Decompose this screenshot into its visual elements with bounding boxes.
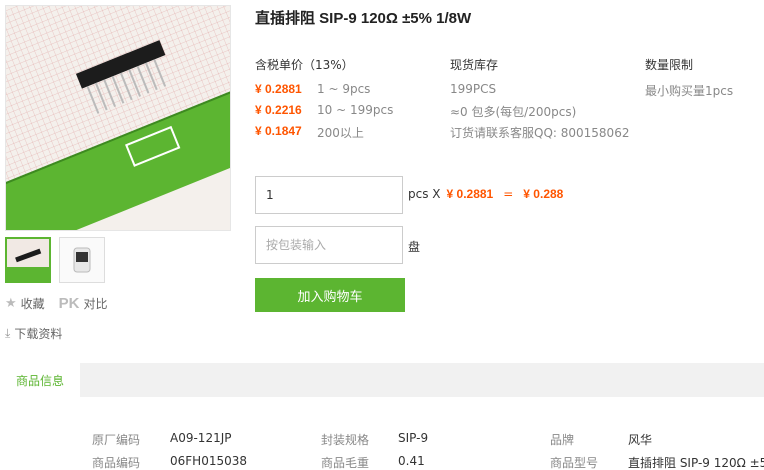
spec-key: 商品毛重	[321, 456, 370, 470]
star-icon: ★	[5, 296, 17, 311]
spec-key: 原厂编码	[92, 433, 141, 447]
spec-key: 商品编码	[92, 456, 141, 470]
price-tier: ¥ 0.2881 1 ~ 9pcs	[255, 82, 371, 96]
stock-header: 现货库存	[450, 58, 499, 72]
thumbnail-1[interactable]	[5, 237, 51, 283]
tab-product-info[interactable]: 商品信息	[0, 363, 80, 397]
min-purchase: 最小购买量1pcs	[645, 84, 734, 98]
product-photo-illustration	[6, 6, 230, 230]
package-unit: 盘	[408, 240, 421, 254]
download-icon: ⤓	[5, 326, 11, 340]
package-input[interactable]	[255, 226, 403, 264]
compare-button[interactable]: PK 对比	[59, 295, 108, 312]
stock-packages: ≈0 包多(每包/200pcs)	[450, 105, 577, 119]
limit-header: 数量限制	[645, 58, 694, 72]
quantity-input[interactable]	[255, 176, 403, 214]
spec-value: 0.41	[398, 454, 425, 468]
stock-count: 199PCS	[450, 82, 497, 96]
thumbnail-2[interactable]	[59, 237, 105, 283]
thumbnail-image	[7, 239, 49, 281]
spec-value: 直插排阻 SIP-9 120Ω ±5...	[628, 456, 764, 470]
add-to-cart-button[interactable]: 加入购物车	[255, 278, 405, 312]
spec-value: 风华	[628, 433, 653, 447]
detail-tab-bar: 商品信息	[0, 363, 764, 397]
product-main-image	[5, 5, 231, 231]
price-calculation: pcs X ¥ 0.2881 = ¥ 0.288	[408, 187, 564, 201]
product-actions: ★ 收藏 PK 对比	[5, 295, 108, 312]
spec-key: 品牌	[550, 433, 575, 447]
thumbnail-image	[60, 238, 104, 282]
spec-key: 封装规格	[321, 433, 370, 447]
price-tier: ¥ 0.1847 200以上	[255, 124, 364, 140]
pk-icon: PK	[58, 295, 80, 312]
favorite-button[interactable]: ★ 收藏	[5, 295, 45, 312]
total-price: ¥ 0.288	[523, 187, 564, 201]
download-datasheet-link[interactable]: ⤓ 下载资料	[5, 325, 62, 342]
price-header: 含税单价（13%）	[255, 58, 354, 72]
price-tier: ¥ 0.2216 10 ~ 199pcs	[255, 103, 394, 117]
stock-contact: 订货请联系客服QQ: 800158062	[450, 126, 630, 140]
spec-value: A09-121JP	[170, 431, 232, 445]
spec-value: SIP-9	[398, 431, 429, 445]
spec-value: 06FH015038	[170, 454, 248, 468]
thumbnail-strip	[5, 237, 105, 283]
spec-key: 商品型号	[550, 456, 599, 470]
product-title: 直插排阻 SIP-9 120Ω ±5% 1/8W	[255, 10, 472, 27]
